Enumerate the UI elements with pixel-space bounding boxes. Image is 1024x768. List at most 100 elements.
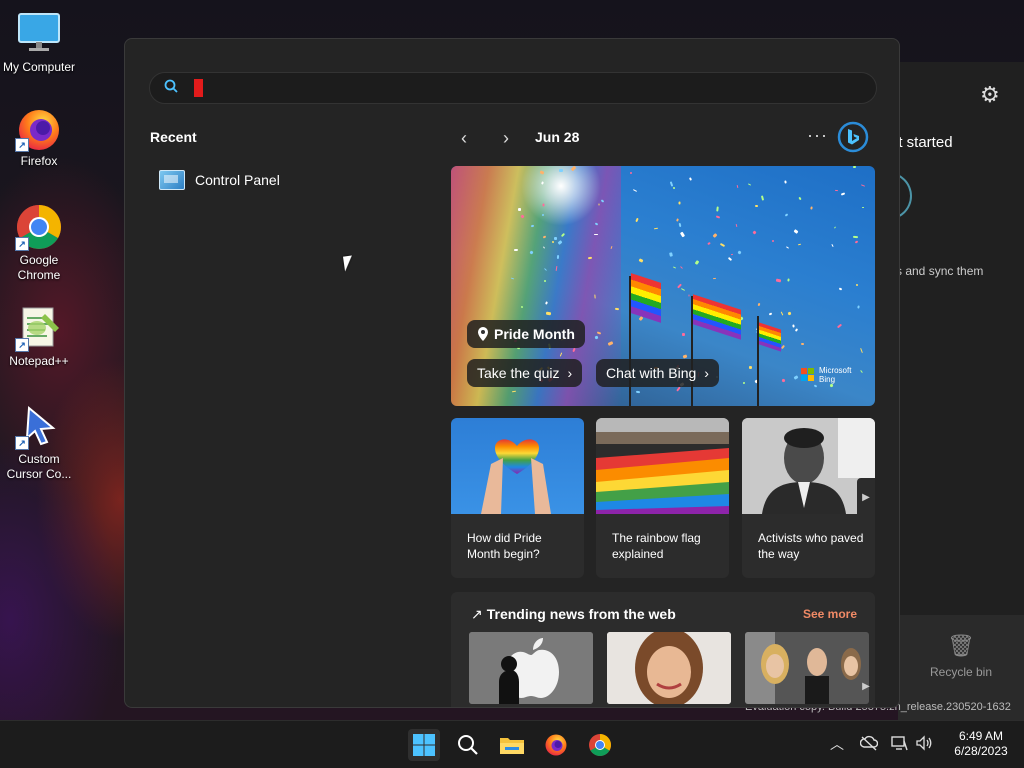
- chat-with-bing-button[interactable]: Chat with Bing ›: [596, 359, 719, 387]
- confetti-piece: [793, 229, 799, 234]
- windows-start-icon: [413, 734, 435, 756]
- confetti-piece: [742, 381, 746, 385]
- cursor-icon: ↗: [15, 402, 63, 450]
- trending-next-button[interactable]: ▶: [857, 672, 875, 702]
- monitor-icon: [15, 10, 63, 58]
- confetti-piece: [545, 311, 552, 316]
- confetti-piece: [629, 171, 633, 175]
- taskbar-search-button[interactable]: [452, 729, 484, 761]
- confetti-piece: [558, 168, 564, 173]
- confetti-piece: [780, 344, 786, 350]
- more-options-icon[interactable]: ···: [807, 125, 828, 146]
- recent-heading: Recent: [150, 129, 197, 145]
- see-more-link[interactable]: See more: [803, 607, 857, 621]
- confetti-piece: [784, 213, 789, 217]
- confetti-piece: [792, 324, 795, 328]
- widgets-nav: ‹ › Jun 28 ···: [451, 121, 875, 153]
- recent-item-control-panel[interactable]: Control Panel: [159, 167, 280, 193]
- desktop-icon-my-computer[interactable]: My Computer: [2, 10, 76, 75]
- confetti-piece: [840, 192, 846, 196]
- confetti-piece: [730, 253, 734, 256]
- network-icon[interactable]: [890, 735, 908, 754]
- gear-icon[interactable]: ⚙: [980, 82, 1000, 108]
- text-caret: [194, 79, 203, 97]
- take-quiz-label: Take the quiz: [477, 365, 560, 381]
- system-clock[interactable]: 6:49 AM 6/28/2023: [944, 729, 1018, 759]
- card-how-pride-began[interactable]: How did Pride Month begin?: [451, 418, 584, 578]
- trending-thumbnail-3[interactable]: [745, 632, 869, 704]
- confetti-piece: [669, 252, 673, 257]
- confetti-piece: [829, 383, 834, 388]
- get-started-heading: et started: [898, 134, 953, 151]
- chevron-right-icon: ›: [704, 365, 709, 381]
- confetti-piece: [553, 236, 558, 241]
- pride-cards: How did Pride Month begin? The rainbow f…: [451, 418, 875, 578]
- confetti-piece: [727, 256, 733, 262]
- volume-icon[interactable]: [915, 735, 933, 754]
- start-button[interactable]: [408, 729, 440, 761]
- card-rainbow-flag[interactable]: The rainbow flag explained: [596, 418, 729, 578]
- confetti-piece: [754, 204, 759, 208]
- confetti-piece: [688, 294, 690, 297]
- confetti-piece: [676, 386, 681, 392]
- confetti-piece: [787, 311, 792, 316]
- confetti-piece: [707, 241, 711, 246]
- confetti-piece: [669, 181, 674, 187]
- confetti-piece: [556, 254, 560, 260]
- control-panel-icon: [159, 170, 185, 190]
- search-input[interactable]: [149, 72, 877, 104]
- desktop-icon-notepadpp[interactable]: ↗ Notepad++: [2, 304, 76, 369]
- chevron-up-icon[interactable]: ︿: [830, 734, 844, 754]
- confetti-piece: [747, 183, 752, 186]
- rainbow-flag-icon: [759, 322, 781, 352]
- taskbar-chrome-button[interactable]: [584, 729, 616, 761]
- pride-month-title: Pride Month: [494, 326, 575, 342]
- shortcut-arrow-icon: ↗: [15, 338, 29, 352]
- confetti-piece: [784, 180, 787, 184]
- desktop-icon-firefox[interactable]: ↗ Firefox: [2, 104, 76, 169]
- confetti-piece: [780, 311, 784, 316]
- chevron-right-icon[interactable]: ›: [503, 127, 509, 149]
- confetti-piece: [633, 189, 637, 192]
- confetti-piece: [760, 195, 765, 201]
- pride-month-location[interactable]: Pride Month: [467, 320, 585, 348]
- confetti-piece: [638, 258, 644, 263]
- desktop-icon-label: Firefox: [20, 154, 58, 168]
- file-explorer-button[interactable]: [496, 729, 528, 761]
- confetti-piece: [517, 207, 522, 212]
- trending-arrow-icon: ↗: [471, 606, 483, 622]
- trending-thumbnail-2[interactable]: [607, 632, 731, 704]
- card-thumbnail: [596, 418, 729, 514]
- taskbar-firefox-button[interactable]: [540, 729, 572, 761]
- card-thumbnail: [742, 418, 875, 514]
- confetti-piece: [852, 235, 859, 239]
- cards-next-button[interactable]: ▶: [857, 478, 875, 518]
- taskbar: ︿ 6:49 AM 6/28/2023: [0, 720, 1024, 768]
- confetti-piece: [737, 250, 742, 255]
- confetti-piece: [800, 342, 805, 346]
- trending-thumbnail-1[interactable]: [469, 632, 593, 704]
- confetti-piece: [787, 278, 790, 282]
- card-caption: The rainbow flag explained: [612, 531, 701, 561]
- widgets-date: Jun 28: [535, 129, 580, 145]
- shortcut-arrow-icon: ↗: [15, 436, 29, 450]
- desktop-icon-custom-cursor[interactable]: ↗ Custom Cursor Co...: [2, 402, 76, 482]
- card-caption: Activists who paved the way: [758, 531, 864, 561]
- start-menu: Recent Control Panel ‹ › Jun 28 ··· Prid…: [124, 38, 900, 708]
- confetti-piece: [836, 323, 843, 329]
- confetti-piece: [838, 287, 843, 291]
- recycle-bin-icon: 🗑: [947, 633, 975, 658]
- chevron-left-icon[interactable]: ‹: [461, 127, 467, 149]
- confetti-piece: [688, 177, 693, 181]
- cloud-offline-icon[interactable]: [859, 735, 879, 754]
- confetti-piece: [854, 240, 859, 244]
- pride-month-hero[interactable]: Pride Month Take the quiz › Chat with Bi…: [451, 166, 875, 406]
- take-quiz-button[interactable]: Take the quiz ›: [467, 359, 583, 387]
- confetti-piece: [678, 201, 681, 205]
- bing-chat-icon[interactable]: [837, 121, 869, 153]
- desktop-icon-chrome[interactable]: ↗ Google Chrome: [2, 203, 76, 283]
- desktop-icon-label: Notepad++: [9, 354, 69, 368]
- card-activists[interactable]: Activists who paved the way: [742, 418, 875, 578]
- confetti-piece: [857, 305, 860, 309]
- confetti-piece: [771, 239, 775, 243]
